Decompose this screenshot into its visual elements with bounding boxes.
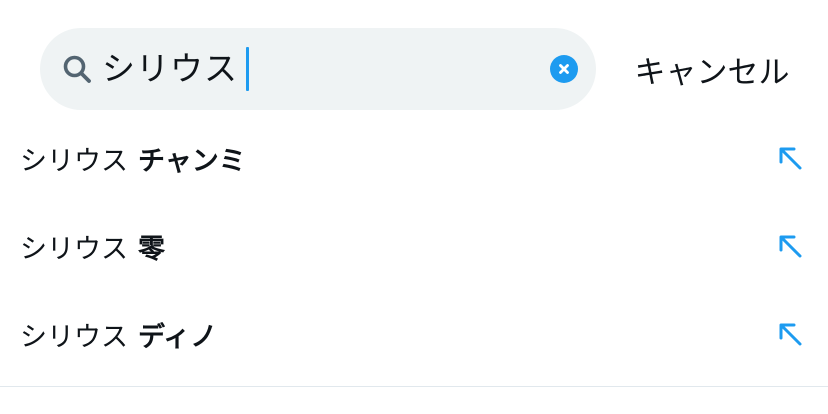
list-item[interactable]: シリウス 零	[0, 202, 828, 290]
arrow-up-left-icon[interactable]	[776, 320, 806, 350]
arrow-up-left-icon[interactable]	[776, 232, 806, 262]
text-cursor	[246, 47, 249, 91]
search-input[interactable]: シリウス	[40, 28, 596, 110]
clear-search-button[interactable]	[550, 55, 578, 83]
suggestion-prefix: シリウス	[20, 321, 128, 353]
suggestion-list: シリウス チャンミ シリウス 零 シリウス ディノ	[0, 114, 828, 378]
suggestion-prefix: シリウス	[20, 233, 128, 265]
list-item[interactable]: シリウス ディノ	[0, 290, 828, 378]
cancel-button[interactable]: キャンセル	[612, 28, 812, 110]
divider	[0, 386, 828, 387]
arrow-up-left-icon[interactable]	[776, 144, 806, 174]
search-icon	[63, 55, 91, 83]
search-value-area[interactable]: シリウス	[102, 28, 249, 110]
clear-icon	[559, 64, 569, 74]
suggestion-text: シリウス ディノ	[20, 290, 217, 378]
suggestion-completion: チャンミ	[138, 145, 246, 177]
suggestion-text: シリウス チャンミ	[20, 114, 246, 202]
search-header: シリウス キャンセル	[0, 0, 828, 132]
list-item[interactable]: シリウス チャンミ	[0, 114, 828, 202]
search-query-text: シリウス	[102, 49, 238, 88]
search-screen: シリウス キャンセル シリウス チャンミ シリウス 零 シリウス ディノ	[0, 0, 828, 414]
suggestion-text: シリウス 零	[20, 202, 165, 290]
suggestion-completion: ディノ	[138, 321, 218, 353]
suggestion-completion: 零	[138, 233, 165, 265]
suggestion-prefix: シリウス	[20, 145, 128, 177]
